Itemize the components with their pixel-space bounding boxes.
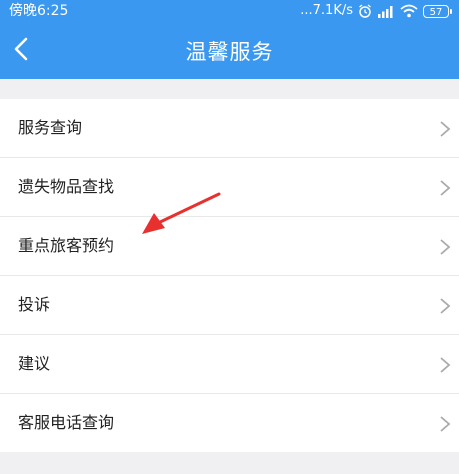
menu-item-label: 遗失物品查找 [18,177,115,196]
menu-item-label: 客服电话查询 [18,413,115,432]
menu-item-priority-passenger[interactable]: 重点旅客预约 [0,217,459,276]
app-header: 傍晚6:25 ...7.1K/s 57 温馨服务 [0,0,459,79]
status-bar: 傍晚6:25 ...7.1K/s 57 [0,0,459,22]
service-menu-list: 服务查询 遗失物品查找 重点旅客预约 投诉 建议 客服电话查询 [0,99,459,452]
network-speed: ...7.1K/s [300,3,353,18]
page-title: 温馨服务 [185,40,274,64]
battery-icon: 57 [423,4,452,18]
status-time: 傍晚6:25 [9,3,69,19]
menu-item-hotline-query[interactable]: 客服电话查询 [0,394,459,452]
menu-item-label: 重点旅客预约 [18,236,115,255]
menu-item-lost-items[interactable]: 遗失物品查找 [0,158,459,217]
menu-item-label: 投诉 [18,295,51,314]
chevron-right-icon [440,298,451,314]
menu-item-service-query[interactable]: 服务查询 [0,99,459,158]
status-icons: ...7.1K/s 57 [300,0,452,22]
alarm-icon [359,4,371,18]
wifi-icon [400,4,418,18]
menu-item-label: 建议 [18,354,51,373]
chevron-right-icon [440,180,451,196]
chevron-right-icon [440,357,451,373]
chevron-right-icon [440,416,451,432]
menu-item-label: 服务查询 [18,118,83,137]
menu-item-complaint[interactable]: 投诉 [0,276,459,335]
chevron-right-icon [440,121,451,137]
chevron-right-icon [440,239,451,255]
signal-icon [378,5,393,18]
menu-item-suggestion[interactable]: 建议 [0,335,459,394]
